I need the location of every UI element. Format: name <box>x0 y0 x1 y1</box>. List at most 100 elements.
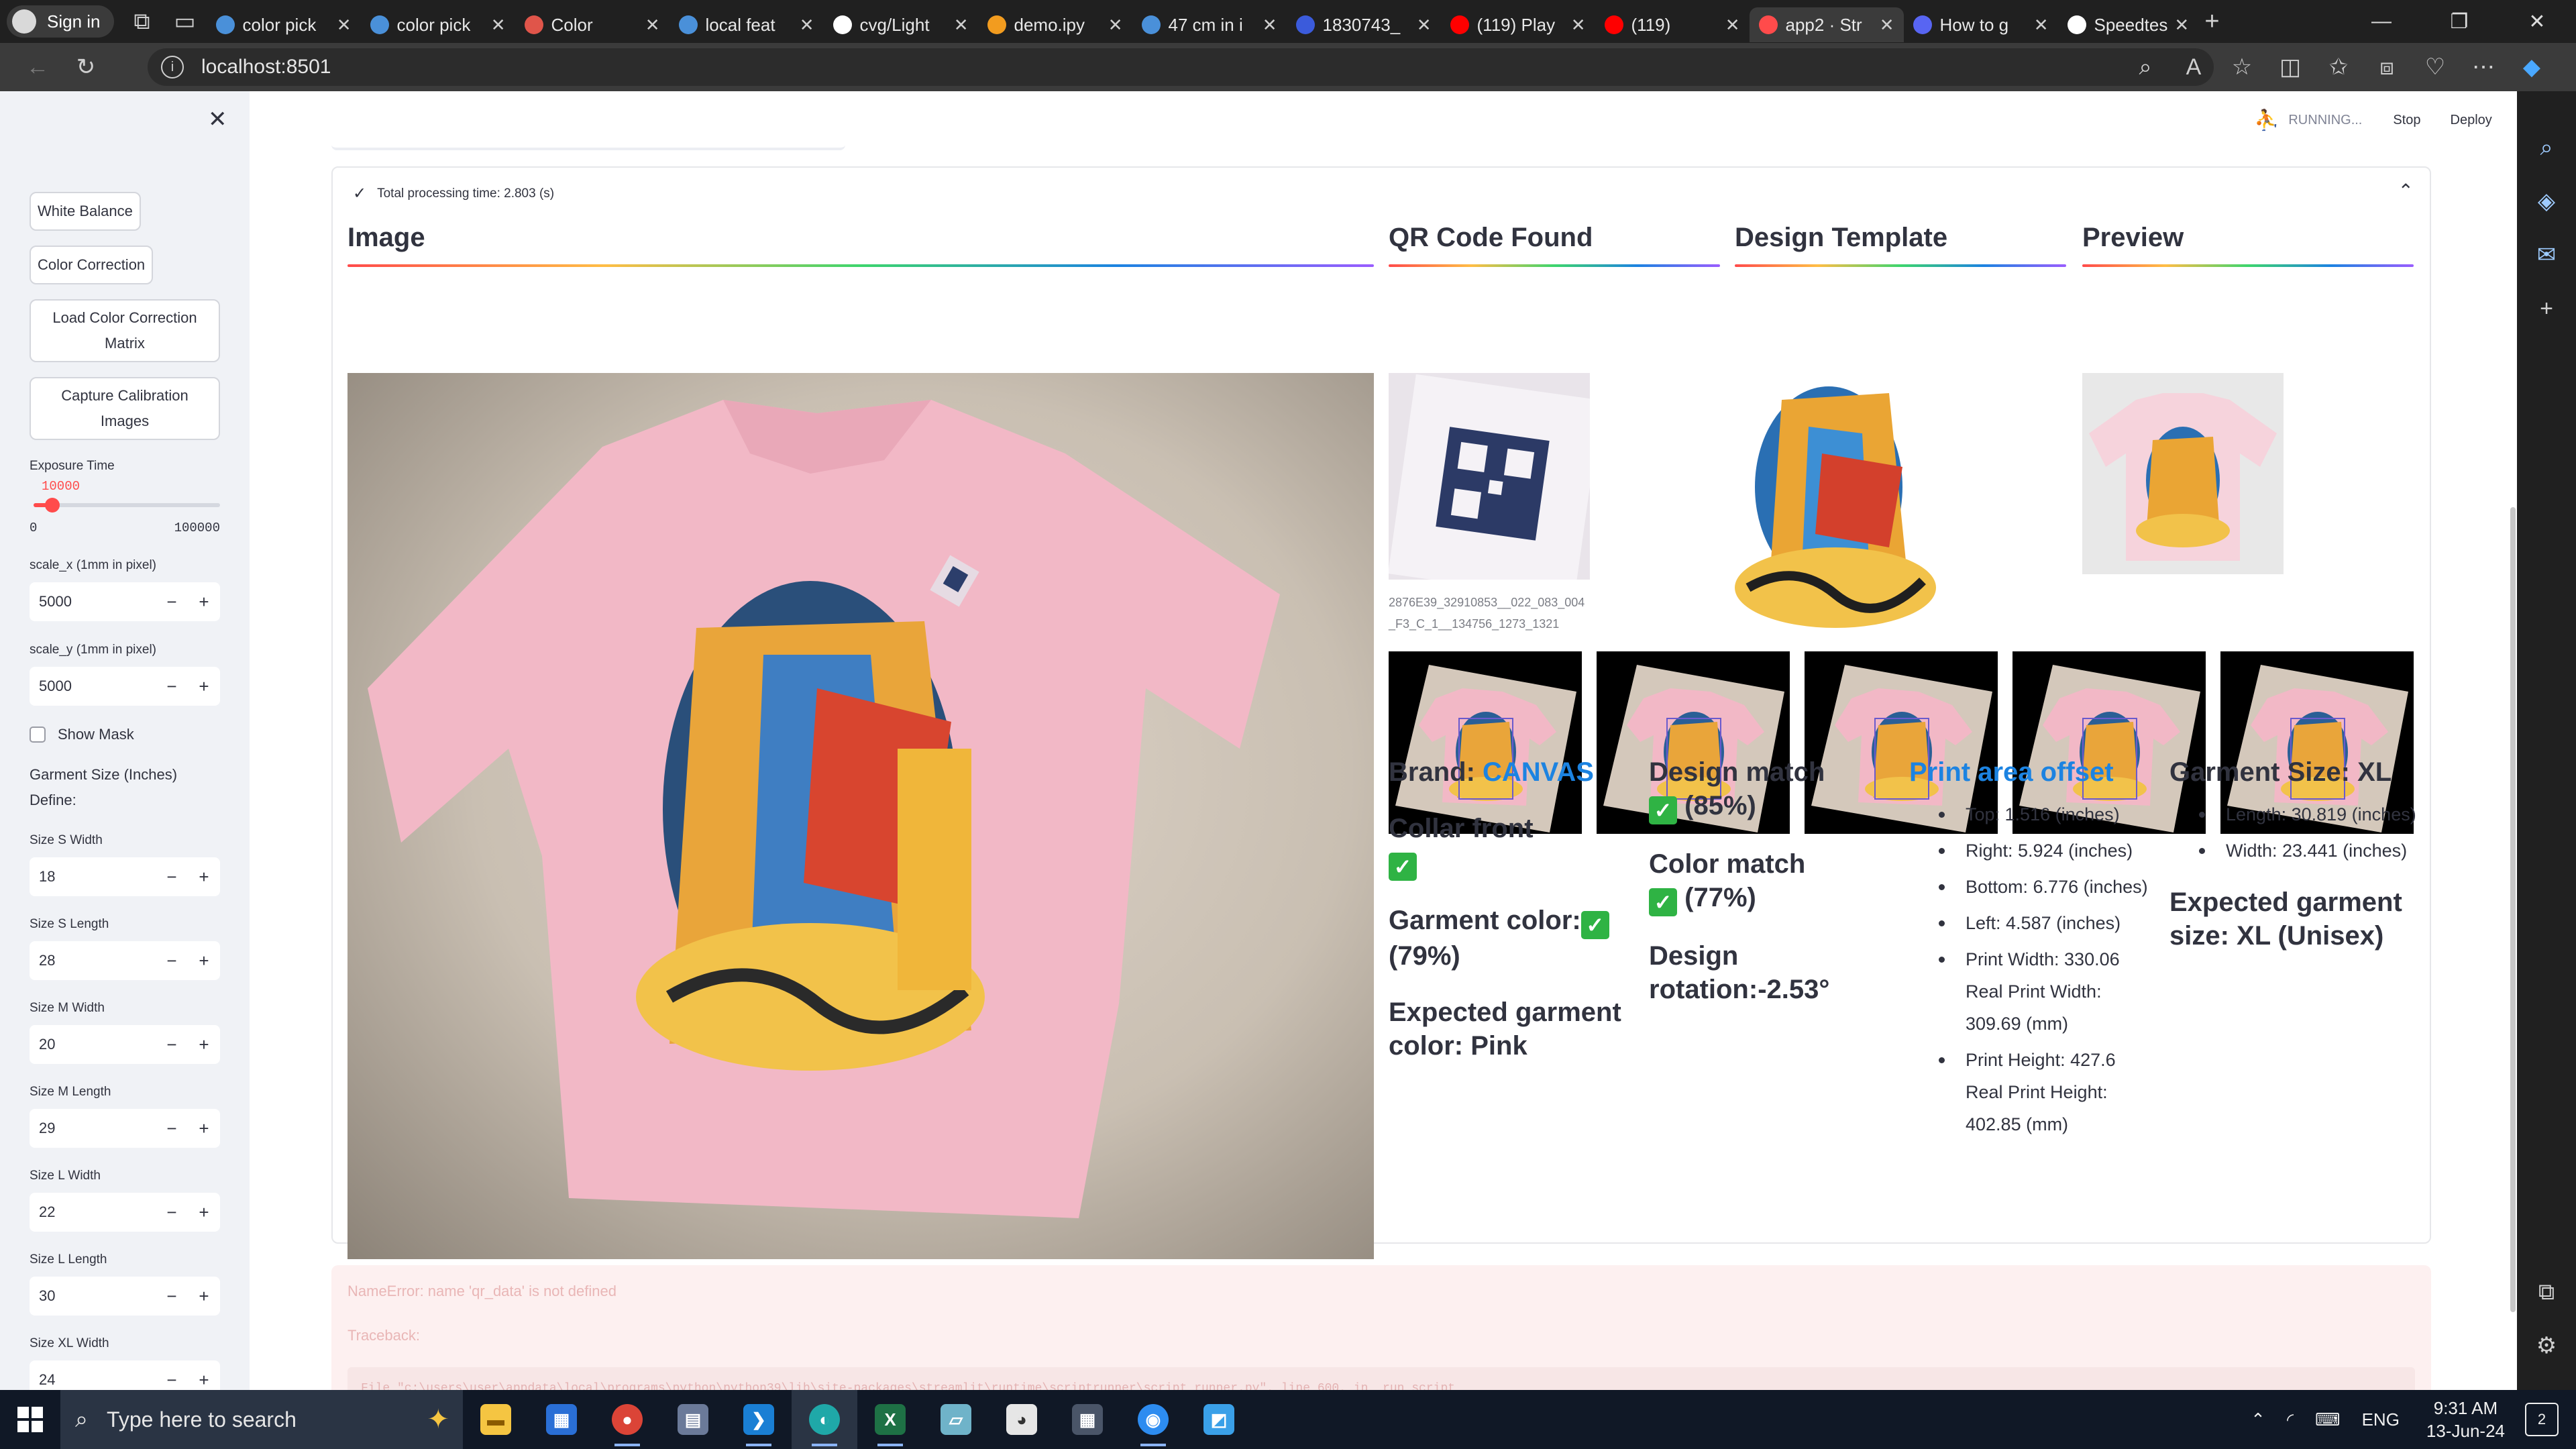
side-settings-icon[interactable]: ⚙ <box>2517 1319 2576 1373</box>
tab-close-icon[interactable]: ✕ <box>1719 15 1740 36</box>
side-outlook-icon[interactable]: ✉ <box>2517 228 2576 282</box>
size-increment[interactable]: + <box>188 941 220 980</box>
tab-close-icon[interactable]: ✕ <box>639 15 660 36</box>
size-decrement[interactable]: − <box>156 1025 188 1064</box>
exposure-slider-thumb[interactable] <box>44 498 60 513</box>
size-input-value[interactable]: 18 <box>30 868 156 885</box>
taskbar-calculator[interactable]: ▦ <box>1055 1390 1120 1449</box>
favorite-star-icon[interactable]: ☆ <box>2218 43 2266 91</box>
taskbar-chrome[interactable]: ● <box>594 1390 660 1449</box>
side-screenshot-icon[interactable]: ⧉ <box>2517 1265 2576 1319</box>
scale-x-value[interactable]: 5000 <box>30 593 156 610</box>
size-decrement[interactable]: − <box>156 1193 188 1232</box>
tab-close-icon[interactable]: ✕ <box>1410 15 1432 36</box>
tab-close-icon[interactable]: ✕ <box>947 15 969 36</box>
browser-tab[interactable]: 1830743_ ✕ <box>1287 7 1441 42</box>
taskbar-file-explorer[interactable]: ▬ <box>463 1390 529 1449</box>
page-scrollbar[interactable] <box>2510 507 2516 1312</box>
capture-calibration-button[interactable]: Capture Calibration Images <box>30 377 220 440</box>
taskbar-store[interactable]: ▦ <box>529 1390 594 1449</box>
size-increment[interactable]: + <box>188 1109 220 1148</box>
new-tab-icon[interactable]: + <box>2192 0 2233 46</box>
exposure-slider[interactable] <box>34 498 220 513</box>
color-correction-button[interactable]: Color Correction <box>30 246 154 284</box>
side-add-icon[interactable]: + <box>2517 282 2576 335</box>
size-input-value[interactable]: 20 <box>30 1036 156 1053</box>
browser-tab[interactable]: Speedtes ✕ <box>2058 7 2192 42</box>
tab-close-icon[interactable]: ✕ <box>793 15 814 36</box>
size-number-input[interactable]: 28− + <box>30 941 220 980</box>
tab-close-icon[interactable]: ✕ <box>2027 15 2049 36</box>
size-number-input[interactable]: 29− + <box>30 1109 220 1148</box>
profile-signin-button[interactable]: Sign in <box>7 5 114 38</box>
back-icon[interactable]: ← <box>13 43 62 91</box>
address-bar[interactable]: i localhost:8501 <box>148 48 2214 86</box>
show-mask-box[interactable] <box>30 727 46 743</box>
read-aloud-icon[interactable]: A <box>2169 43 2218 91</box>
close-sidebar-icon[interactable]: ✕ <box>208 106 227 133</box>
tab-close-icon[interactable]: ✕ <box>2167 15 2189 36</box>
scale-x-decrement[interactable]: − <box>156 582 188 621</box>
browser-tab[interactable]: (119) Play ✕ <box>1441 7 1595 42</box>
collections-icon[interactable]: ⧈ <box>2363 43 2411 91</box>
restore-icon[interactable]: ❐ <box>2420 0 2498 43</box>
browser-tab[interactable]: Color ✕ <box>515 7 669 42</box>
tab-close-icon[interactable]: ✕ <box>1873 15 1894 36</box>
side-search-icon[interactable]: ⌕ <box>2517 121 2576 174</box>
taskbar-vscode[interactable]: ❯ <box>726 1390 792 1449</box>
browser-tab[interactable]: local feat ✕ <box>669 7 824 42</box>
copilot-icon[interactable]: ◆ <box>2508 43 2556 91</box>
size-decrement[interactable]: − <box>156 857 188 896</box>
size-number-input[interactable]: 24− + <box>30 1360 220 1390</box>
wifi-icon[interactable]: ◜ <box>2287 1409 2294 1430</box>
size-increment[interactable]: + <box>188 1360 220 1390</box>
start-button[interactable] <box>0 1390 60 1449</box>
tab-close-icon[interactable]: ✕ <box>484 15 506 36</box>
size-input-value[interactable]: 29 <box>30 1120 156 1137</box>
size-input-value[interactable]: 30 <box>30 1287 156 1305</box>
minimize-icon[interactable]: — <box>2343 0 2420 43</box>
taskbar-app-8[interactable]: ▱ <box>923 1390 989 1449</box>
browser-tab[interactable]: 47 cm in i ✕ <box>1132 7 1287 42</box>
vertical-tabs-icon[interactable]: ▭ <box>164 0 207 46</box>
favorites-icon[interactable]: ✩ <box>2314 43 2363 91</box>
size-increment[interactable]: + <box>188 857 220 896</box>
browser-tab[interactable]: app2 · Str ✕ <box>1749 7 1904 42</box>
site-info-icon[interactable]: i <box>161 56 184 78</box>
scale-y-value[interactable]: 5000 <box>30 678 156 695</box>
tab-close-icon[interactable]: ✕ <box>1256 15 1277 36</box>
size-decrement[interactable]: − <box>156 1277 188 1316</box>
more-menu-icon[interactable]: ⋯ <box>2459 43 2508 91</box>
size-number-input[interactable]: 18− + <box>30 857 220 896</box>
collapse-caret-icon[interactable]: ⌃ <box>2398 180 2414 202</box>
status-header[interactable]: ✓ Total processing time: 2.803 (s) <box>353 184 554 203</box>
refresh-icon[interactable]: ↻ <box>62 43 110 91</box>
size-number-input[interactable]: 30− + <box>30 1277 220 1316</box>
taskbar-app-9[interactable]: ◕ <box>989 1390 1055 1449</box>
split-screen-icon[interactable]: ◫ <box>2266 43 2314 91</box>
taskbar-app-11[interactable]: ◉ <box>1120 1390 1186 1449</box>
workspaces-icon[interactable]: ⧉ <box>121 0 164 46</box>
scale-x-input[interactable]: 5000 − + <box>30 582 220 621</box>
browser-tab[interactable]: demo.ipy ✕ <box>978 7 1132 42</box>
size-input-value[interactable]: 24 <box>30 1371 156 1389</box>
size-decrement[interactable]: − <box>156 941 188 980</box>
browser-tab[interactable]: color pick ✕ <box>207 7 361 42</box>
size-input-value[interactable]: 22 <box>30 1203 156 1221</box>
close-window-icon[interactable]: ✕ <box>2498 0 2576 43</box>
deploy-button[interactable]: Deploy <box>2451 113 2492 128</box>
clock[interactable]: 9:31 AM 13-Jun-24 <box>2426 1397 2505 1442</box>
notification-center-icon[interactable]: 2 <box>2525 1403 2559 1436</box>
show-mask-checkbox[interactable]: Show Mask <box>30 726 134 743</box>
scale-x-increment[interactable]: + <box>188 582 220 621</box>
side-copilot-icon[interactable]: ◈ <box>2517 174 2576 228</box>
scale-y-input[interactable]: 5000 − + <box>30 667 220 706</box>
taskbar-edge[interactable]: ◐ <box>792 1390 857 1449</box>
size-decrement[interactable]: − <box>156 1109 188 1148</box>
taskbar-excel[interactable]: X <box>857 1390 923 1449</box>
size-input-value[interactable]: 28 <box>30 952 156 969</box>
size-increment[interactable]: + <box>188 1193 220 1232</box>
size-decrement[interactable]: − <box>156 1360 188 1390</box>
tab-close-icon[interactable]: ✕ <box>1102 15 1123 36</box>
tab-close-icon[interactable]: ✕ <box>1564 15 1586 36</box>
